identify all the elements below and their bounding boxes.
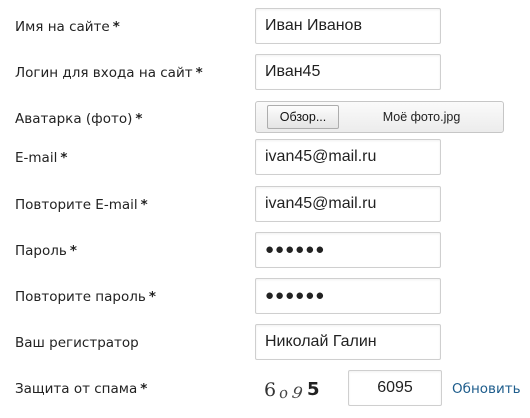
- login-input[interactable]: Иван45: [255, 54, 441, 90]
- required-mark: *: [135, 111, 143, 127]
- refresh-captcha-link[interactable]: Обновить: [452, 370, 521, 408]
- captcha-label: Защита от спама *: [15, 381, 148, 397]
- required-mark: *: [195, 65, 203, 81]
- login-row: Логин для входа на сайт * Иван45: [0, 54, 530, 92]
- email-repeat-input[interactable]: ivan45@mail.ru: [255, 186, 441, 222]
- captcha-digit: o: [278, 383, 289, 402]
- captcha-digit: 9: [291, 382, 304, 402]
- email-input[interactable]: ivan45@mail.ru: [255, 139, 441, 175]
- password-repeat-row: Повторите пароль * ●●●●●●: [0, 278, 530, 316]
- email-repeat-row: Повторите E-mail * ivan45@mail.ru: [0, 186, 530, 224]
- name-label: Имя на сайте *: [15, 19, 120, 35]
- captcha-digit: 6: [264, 379, 276, 401]
- email-repeat-label: Повторите E-mail *: [15, 197, 148, 213]
- email-row: E-mail * ivan45@mail.ru: [0, 139, 530, 177]
- captcha-row: Защита от спама * 6 o 9 5 6095 Обновить: [0, 370, 530, 408]
- email-label: E-mail *: [15, 150, 68, 166]
- login-label: Логин для входа на сайт *: [15, 65, 203, 81]
- password-label: Пароль *: [15, 243, 77, 259]
- required-mark: *: [112, 19, 120, 35]
- registrar-row: Ваш регистратор Николай Галин: [0, 324, 530, 362]
- name-input[interactable]: Иван Иванов: [255, 8, 441, 44]
- required-mark: *: [140, 381, 148, 397]
- required-mark: *: [69, 243, 77, 259]
- selected-file-name: Моё фото.jpg: [382, 110, 461, 124]
- avatar-label: Аватарка (фото) *: [15, 111, 143, 127]
- password-input[interactable]: ●●●●●●: [255, 232, 441, 268]
- password-row: Пароль * ●●●●●●: [0, 232, 530, 270]
- avatar-row: Аватарка (фото) * Обзор... Моё фото.jpg: [0, 100, 530, 138]
- captcha-image: 6 o 9 5: [264, 379, 320, 403]
- registrar-input[interactable]: Николай Галин: [255, 324, 441, 360]
- captcha-digit: 5: [307, 379, 320, 400]
- avatar-file-input[interactable]: Обзор... Моё фото.jpg: [255, 101, 504, 133]
- required-mark: *: [140, 197, 148, 213]
- captcha-input[interactable]: 6095: [348, 370, 442, 406]
- browse-button[interactable]: Обзор...: [267, 105, 339, 129]
- required-mark: *: [60, 150, 68, 166]
- required-mark: *: [148, 289, 156, 305]
- password-repeat-input[interactable]: ●●●●●●: [255, 278, 441, 314]
- registrar-label: Ваш регистратор: [15, 335, 139, 351]
- name-row: Имя на сайте * Иван Иванов: [0, 8, 530, 46]
- password-repeat-label: Повторите пароль *: [15, 289, 156, 305]
